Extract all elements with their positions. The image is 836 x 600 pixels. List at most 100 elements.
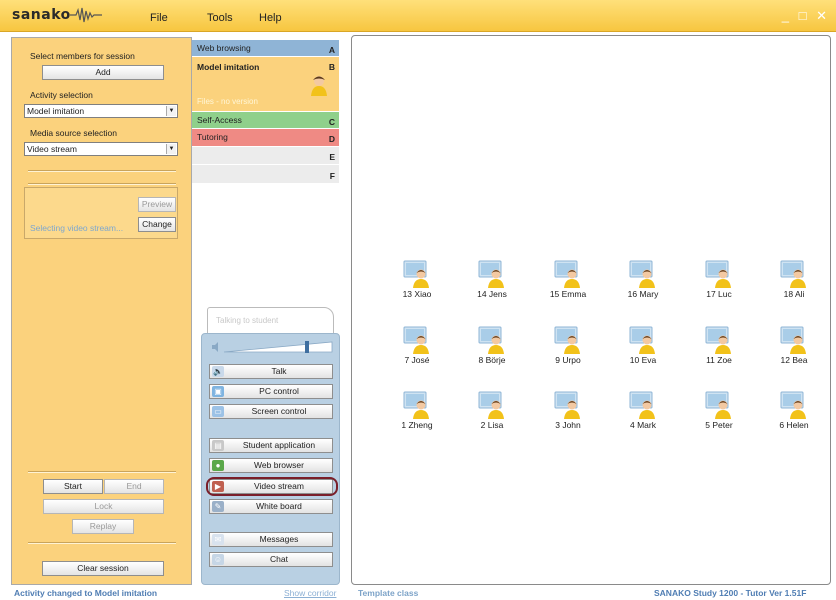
student-name: 13 Xiao [402,289,432,299]
student-name: 4 Mark [630,420,656,430]
status-message: Activity changed to Model imitation [14,588,158,598]
student-name: 9 Urpo [555,355,581,365]
chat-icon: ☺ [212,554,224,565]
student-name: 12 Bea [780,355,808,365]
activity-item-model-imitation[interactable]: Model imitation B Files - no version [192,57,339,112]
student-computer-icon [462,259,522,289]
student-seat[interactable]: 12 Bea [764,325,824,365]
control-button-label: Chat [270,554,288,564]
student-name: 16 Mary [627,289,659,299]
student-computer-icon [689,325,749,355]
activity-select-value: Model imitation [27,106,85,116]
student-seat[interactable]: 4 Mark [613,390,673,430]
activity-key: D [328,134,335,144]
chevron-down-icon[interactable]: ▼ [166,144,176,154]
student-computer-icon [538,259,598,289]
video-stream-button[interactable]: ▶ Video stream [206,477,338,496]
student-computer-icon [462,325,522,355]
messages-button[interactable]: ✉ Messages [209,532,333,547]
pc-control-button[interactable]: ▣ PC control [209,384,333,399]
globe-icon: ● [212,460,224,471]
student-seat[interactable]: 11 Zoe [689,325,749,365]
student-computer-icon [387,259,447,289]
activity-item-f[interactable]: F [192,165,339,184]
activity-subtext: Files - no version [197,97,258,106]
activity-label: Model imitation [197,62,260,72]
end-button[interactable]: End [104,479,164,494]
speaker-icon: 🔈 [212,366,224,377]
start-button[interactable]: Start [43,479,103,494]
app-icon: ▤ [212,440,224,451]
student-computer-icon [538,390,598,420]
activity-key: B [328,62,335,72]
student-computer-icon [689,390,749,420]
menu-help[interactable]: Help [259,12,282,24]
student-name: 1 Zheng [401,420,433,430]
activity-label: Self-Access [197,115,242,125]
show-corridor-link[interactable]: Show corridor [284,588,336,598]
activity-item-e[interactable]: E [192,147,339,165]
student-seat[interactable]: 17 Luc [689,259,749,299]
student-application-button[interactable]: ▤ Student application [209,438,333,453]
window-controls[interactable]: _ □ ✕ [782,8,830,24]
student-seat[interactable]: 2 Lisa [462,390,522,430]
student-seat[interactable]: 8 Börje [462,325,522,365]
student-seat[interactable]: 6 Helen [764,390,824,430]
activity-list: Web browsing A Model imitation B Files -… [192,37,339,185]
clear-session-button[interactable]: Clear session [42,561,164,576]
selecting-status-text: Selecting video stream... [30,223,124,233]
preview-button[interactable]: Preview [138,197,176,212]
replay-button[interactable]: Replay [72,519,134,534]
student-seat[interactable]: 5 Peter [689,390,749,430]
screen-control-button[interactable]: ▭ Screen control [209,404,333,419]
student-computer-icon [764,325,824,355]
student-name: 15 Emma [549,289,587,299]
student-seat[interactable]: 14 Jens [462,259,522,299]
student-seat[interactable]: 3 John [538,390,598,430]
student-computer-icon [689,259,749,289]
screen-icon: ▭ [212,406,224,417]
student-seat[interactable]: 15 Emma [538,259,598,299]
control-button-label: PC control [259,386,299,396]
control-button-label: White board [256,501,302,511]
student-seat[interactable]: 7 José [387,325,447,365]
student-name: 7 José [404,355,430,365]
white-board-button[interactable]: ✎ White board [209,499,333,514]
student-seat[interactable]: 10 Eva [613,325,673,365]
activity-item-self-access[interactable]: Self-Access C [192,112,339,129]
student-avatar-icon [311,76,327,96]
media-source-label: Media source selection [30,128,117,138]
student-seat[interactable]: 1 Zheng [387,390,447,430]
student-seat[interactable]: 9 Urpo [538,325,598,365]
student-name: 10 Eva [629,355,657,365]
logo-wave-icon [70,7,102,23]
student-seat[interactable]: 18 Ali [764,259,824,299]
activity-select[interactable]: Model imitation ▼ [24,104,178,118]
media-source-select[interactable]: Video stream ▼ [24,142,178,156]
student-computer-icon [764,390,824,420]
menu-file[interactable]: File [150,12,168,24]
divider [28,183,176,185]
activity-item-tutoring[interactable]: Tutoring D [192,129,339,147]
add-button[interactable]: Add [42,65,164,80]
student-name: 5 Peter [705,420,733,430]
student-name: 3 John [555,420,581,430]
talk-button[interactable]: 🔈 Talk [209,364,333,379]
menu-tools[interactable]: Tools [207,12,233,24]
web-browser-button[interactable]: ● Web browser [209,458,333,473]
lock-button[interactable]: Lock [43,499,164,514]
class-layout-area [351,35,831,585]
student-computer-icon [462,390,522,420]
change-button[interactable]: Change [138,217,176,232]
student-computer-icon [538,325,598,355]
student-computer-icon [387,390,447,420]
title-bar [0,0,836,32]
volume-slider[interactable] [210,340,334,354]
activity-item-web-browsing[interactable]: Web browsing A [192,40,339,57]
student-seat[interactable]: 13 Xiao [387,259,447,299]
student-seat[interactable]: 16 Mary [613,259,673,299]
message-icon: ✉ [212,534,224,545]
chevron-down-icon[interactable]: ▼ [166,106,176,116]
activity-label: Web browsing [197,43,251,53]
chat-button[interactable]: ☺ Chat [209,552,333,567]
